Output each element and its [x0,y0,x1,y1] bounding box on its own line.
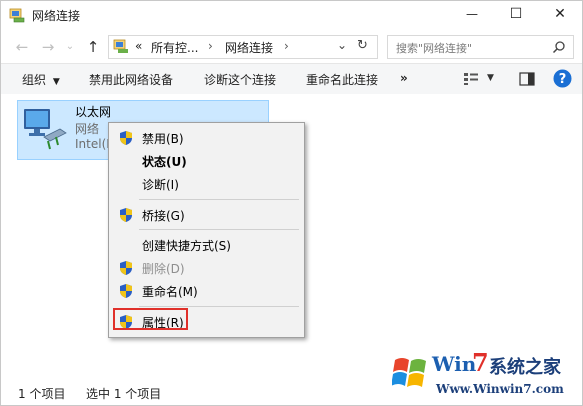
menu-item-label: 桥接(G) [142,209,185,223]
minimize-button[interactable]: — [450,1,494,27]
site-watermark: Win 7 系统之家 Www.Winwin7.com [386,346,582,405]
menu-item-label: 删除(D) [142,262,185,276]
diagnose-button[interactable]: 诊断这个连接 [204,71,276,88]
search-input[interactable]: 搜索"网络连接" [387,35,574,59]
breadcrumb-overflow-icon[interactable]: « [135,39,142,53]
organize-label: 组织 [22,73,47,87]
breadcrumb-item[interactable]: 所有控... [151,39,198,56]
disable-device-button[interactable]: 禁用此网络设备 [89,71,173,88]
more-commands-icon[interactable]: » [400,71,408,85]
maximize-button[interactable]: ☐ [494,1,538,27]
command-bar: 组织 ▼ 禁用此网络设备 诊断这个连接 重命名此连接 » ▼ ? [1,63,582,95]
address-dropdown-icon[interactable]: ⌄ [337,38,347,52]
dropdown-arrow-icon: ▼ [52,77,60,87]
uac-shield-icon [120,208,132,222]
menu-item-delete[interactable]: 删除(D) [111,257,302,279]
network-folder-icon [9,8,25,23]
menu-item-label: 状态(U) [142,155,187,169]
breadcrumb-chevron-icon[interactable]: › [284,39,289,53]
menu-item-bridge[interactable]: 桥接(G) [111,204,302,226]
adapter-name: 以太网 [75,105,112,119]
search-icon[interactable] [552,40,566,54]
address-bar[interactable]: « 所有控... › 网络连接 › ⌄ ↻ [108,35,378,59]
selected-count: 选中 1 个项目 [86,387,162,401]
close-button[interactable]: ✕ [538,1,582,27]
network-adapter-icon [24,109,67,150]
windows-logo-icon [392,358,426,387]
uac-shield-icon [120,131,132,145]
explorer-window: 网络连接 — ☐ ✕ ← → ⌄ ↑ « 所有控... › 网络连接 › ⌄ ↻… [0,0,583,406]
svg-text:?: ? [559,72,567,87]
navigation-bar: ← → ⌄ ↑ « 所有控... › 网络连接 › ⌄ ↻ 搜索"网络连接" [1,31,582,61]
menu-item-label: 禁用(B) [142,132,184,146]
breadcrumb-chevron-icon[interactable]: › [208,39,213,53]
watermark-seven: 7 [472,348,489,377]
context-menu: 禁用(B) 状态(U) 诊断(I) 桥接(G) 创建快捷方式(S) 删除(D) [108,122,305,338]
preview-pane-icon[interactable] [519,72,535,86]
menu-item-diagnose[interactable]: 诊断(I) [111,173,302,195]
refresh-icon[interactable]: ↻ [357,38,368,53]
recent-chevron-icon[interactable]: ⌄ [61,41,79,52]
uac-shield-icon [120,261,132,275]
search-placeholder: 搜索"网络连接" [396,42,473,55]
network-folder-icon [113,39,128,53]
menu-separator [139,199,299,200]
menu-item-label: 创建快捷方式(S) [142,239,231,253]
watermark-brand-cn: 系统之家 [489,357,561,378]
watermark-url: Www.Winwin7.com [436,382,564,396]
organize-menu-button[interactable]: 组织 ▼ [22,71,60,88]
window-title: 网络连接 [32,9,81,23]
adapter-network: 网络 [75,122,100,136]
menu-separator [139,229,299,230]
help-icon[interactable]: ? [553,69,572,88]
menu-separator [139,306,299,307]
forward-arrow-icon[interactable]: → [39,38,57,56]
up-arrow-icon[interactable]: ↑ [84,38,102,56]
menu-item-label: 重命名(M) [142,285,198,299]
menu-item-label: 诊断(I) [142,178,179,192]
view-options-icon[interactable] [463,72,479,86]
menu-item-status[interactable]: 状态(U) [111,150,302,172]
uac-shield-icon [120,284,132,298]
breadcrumb-item[interactable]: 网络连接 [225,39,273,56]
adapter-device: Intel(I [75,137,110,151]
close-icon: ✕ [554,6,566,22]
menu-item-rename[interactable]: 重命名(M) [111,280,302,302]
menu-item-disable[interactable]: 禁用(B) [111,127,302,149]
item-count: 1 个项目 [18,387,66,401]
properties-highlight-box [113,308,188,330]
title-bar: 网络连接 — ☐ ✕ [1,1,582,29]
rename-connection-button[interactable]: 重命名此连接 [306,71,378,88]
menu-item-create-shortcut[interactable]: 创建快捷方式(S) [111,234,302,256]
maximize-icon: ☐ [509,6,523,22]
view-dropdown-icon[interactable]: ▼ [487,73,494,83]
back-arrow-icon[interactable]: ← [13,38,31,56]
minimize-icon: — [466,7,478,21]
watermark-win: Win [432,352,477,376]
